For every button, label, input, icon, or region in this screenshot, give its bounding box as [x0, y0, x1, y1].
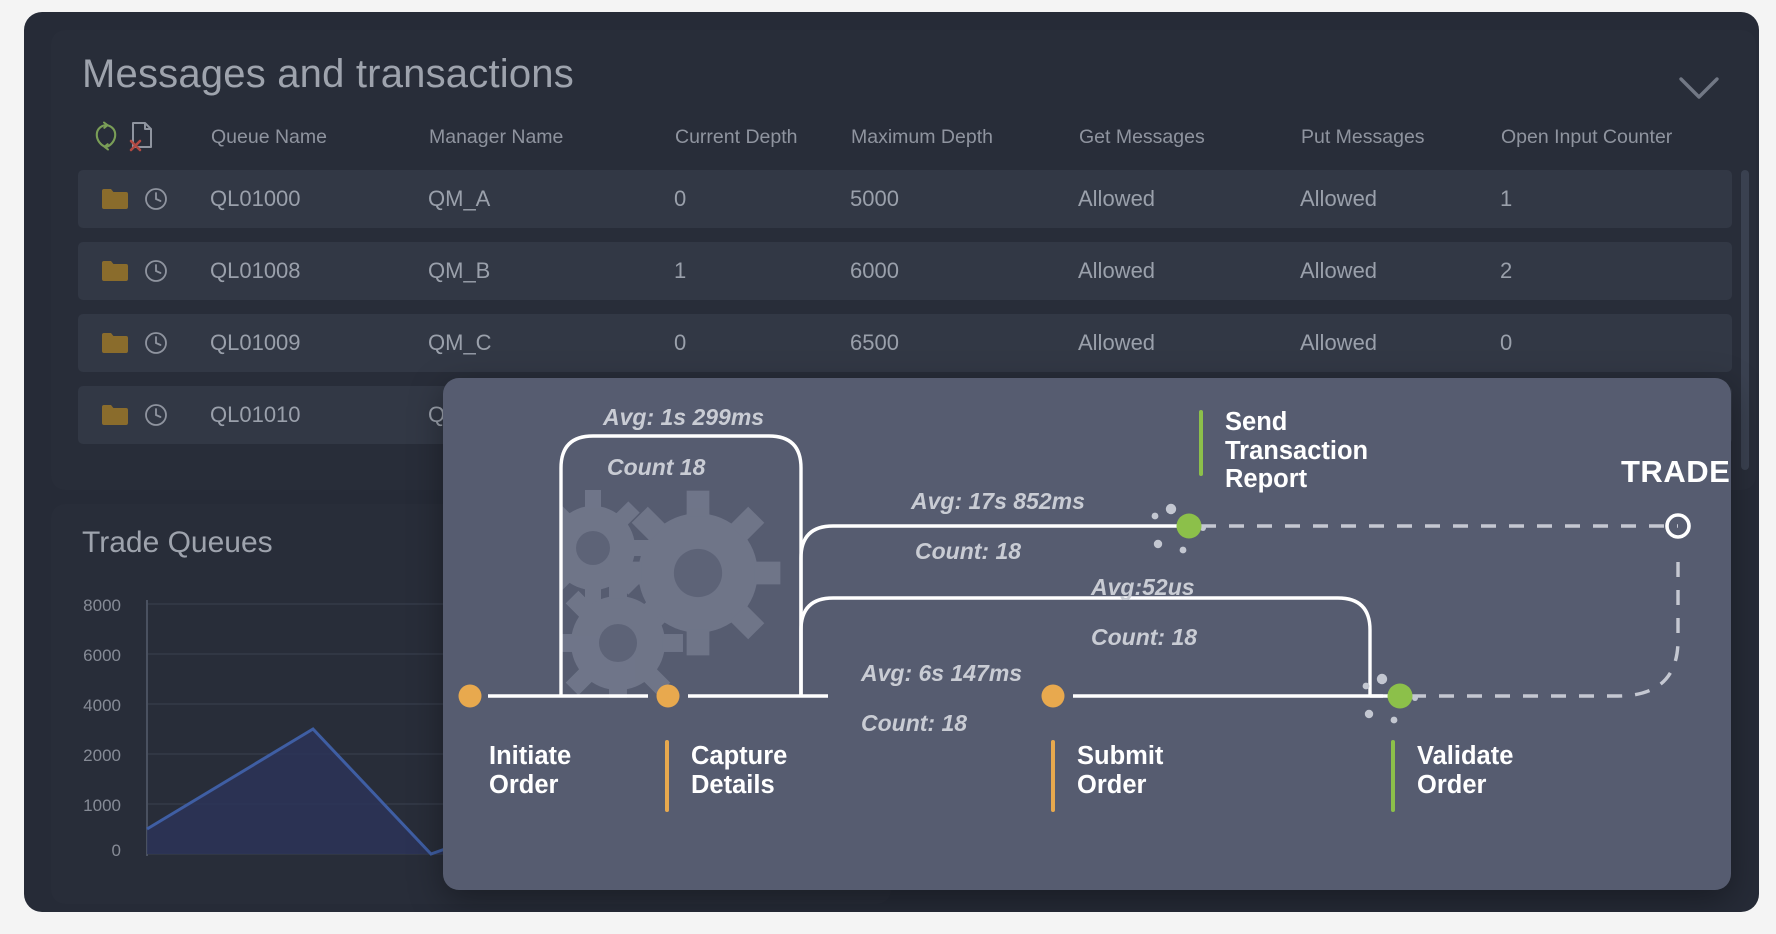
edge-label-count-4: Count: 18 — [861, 710, 968, 736]
cell-get-messages: Allowed — [1078, 330, 1156, 355]
cell-manager-name: QM_C — [428, 330, 492, 355]
cell-queue-name: QL01008 — [210, 258, 301, 283]
clock-icon — [144, 403, 168, 427]
node-marker-validate-order — [1391, 740, 1395, 812]
folder-icon — [101, 332, 129, 354]
node-dot-initiate-order — [458, 684, 482, 708]
cell-put-messages: Allowed — [1300, 330, 1378, 355]
table-row[interactable]: QL01008 QM_B 1 6000 Allowed Allowed 2 — [78, 242, 1732, 300]
column-header-open-input-counter[interactable]: Open Input Counter — [1501, 126, 1672, 149]
cell-current-depth: 0 — [674, 330, 687, 355]
trade-tag-label: TRADE — [1621, 454, 1731, 489]
table-row[interactable]: QL01009 QM_C 0 6500 Allowed Allowed 0 — [78, 314, 1732, 372]
cell-queue-name: QL01009 — [210, 330, 301, 355]
node-marker-submit-order — [1051, 740, 1055, 812]
cell-get-messages: Allowed — [1078, 258, 1156, 283]
cell-open-input-counter: 2 — [1500, 258, 1513, 283]
cell-open-input-counter: 0 — [1500, 330, 1513, 355]
node-dot-submit-order — [1041, 684, 1065, 708]
edge-label-count-3: Count: 18 — [1091, 624, 1198, 650]
cell-put-messages: Allowed — [1300, 186, 1378, 211]
gears-icon — [561, 490, 781, 698]
cell-get-messages: Allowed — [1078, 186, 1156, 211]
edge-label-avg-4: Avg: 6s 147ms — [861, 660, 1023, 686]
node-label-submit-order[interactable]: Submit Order — [1077, 742, 1163, 799]
clock-icon — [144, 331, 168, 355]
cell-current-depth: 0 — [674, 186, 687, 211]
table-header-row: Queue Name Manager Name Current Depth Ma… — [51, 120, 1756, 162]
column-header-queue-name[interactable]: Queue Name — [211, 126, 327, 149]
chevron-down-icon[interactable] — [1676, 72, 1722, 104]
cell-open-input-counter: 1 — [1500, 186, 1513, 211]
table-row[interactable]: QL01000 QM_A 0 5000 Allowed Allowed 1 — [78, 170, 1732, 228]
node-label-initiate-order[interactable]: Initiate Order — [489, 742, 571, 799]
column-header-maximum-depth[interactable]: Maximum Depth — [851, 126, 993, 149]
cell-current-depth: 1 — [674, 258, 687, 283]
edge-label-count-2: Count: 18 — [915, 538, 1022, 564]
document-error-icon[interactable] — [129, 120, 155, 157]
cell-queue-name: QL01010 — [210, 402, 301, 427]
transaction-flow-overlay: Avg: 1s 299ms Count 18 Avg: 17s 852ms Co… — [443, 378, 1731, 890]
edge-label-avg-2: Avg: 17s 852ms — [911, 488, 1085, 514]
cell-manager-name: QM_A — [428, 186, 491, 211]
folder-icon — [101, 188, 129, 210]
cell-maximum-depth: 6000 — [850, 258, 899, 283]
cell-maximum-depth: 6500 — [850, 330, 899, 355]
table-header-icons — [93, 120, 155, 157]
folder-icon — [101, 404, 129, 426]
node-label-capture-details[interactable]: Capture Details — [691, 742, 787, 799]
sync-refresh-icon[interactable] — [93, 121, 119, 156]
screen-root: Messages and transactions Queue Name Man… — [0, 0, 1776, 934]
edge-label-count-1: Count 18 — [607, 454, 706, 480]
edge-label-avg-1: Avg: 1s 299ms — [603, 404, 765, 430]
column-header-get-messages[interactable]: Get Messages — [1079, 126, 1205, 149]
node-dot-capture-details — [656, 684, 680, 708]
folder-icon — [101, 260, 129, 282]
edge-label-avg-3: Avg:52us — [1091, 574, 1195, 600]
node-marker-initiate-order — [463, 746, 467, 806]
cell-manager-name: QM_B — [428, 258, 491, 283]
node-marker-send-transaction-report — [1199, 410, 1203, 476]
clock-icon — [144, 187, 168, 211]
column-header-manager-name[interactable]: Manager Name — [429, 126, 563, 149]
table-scrollbar[interactable] — [1741, 170, 1749, 470]
node-dot-send-transaction-report — [1151, 503, 1206, 554]
clock-icon — [144, 259, 168, 283]
node-label-send-transaction-report[interactable]: Send Transaction Report — [1225, 408, 1368, 494]
page-title: Messages and transactions — [82, 52, 574, 96]
cell-put-messages: Allowed — [1300, 258, 1378, 283]
app-shell: Messages and transactions Queue Name Man… — [24, 12, 1759, 912]
cell-queue-name: QL01000 — [210, 186, 301, 211]
column-header-current-depth[interactable]: Current Depth — [675, 126, 797, 149]
node-marker-capture-details — [665, 740, 669, 812]
column-header-put-messages[interactable]: Put Messages — [1301, 126, 1425, 149]
cell-maximum-depth: 5000 — [850, 186, 899, 211]
node-label-validate-order[interactable]: Validate Order — [1417, 742, 1513, 799]
